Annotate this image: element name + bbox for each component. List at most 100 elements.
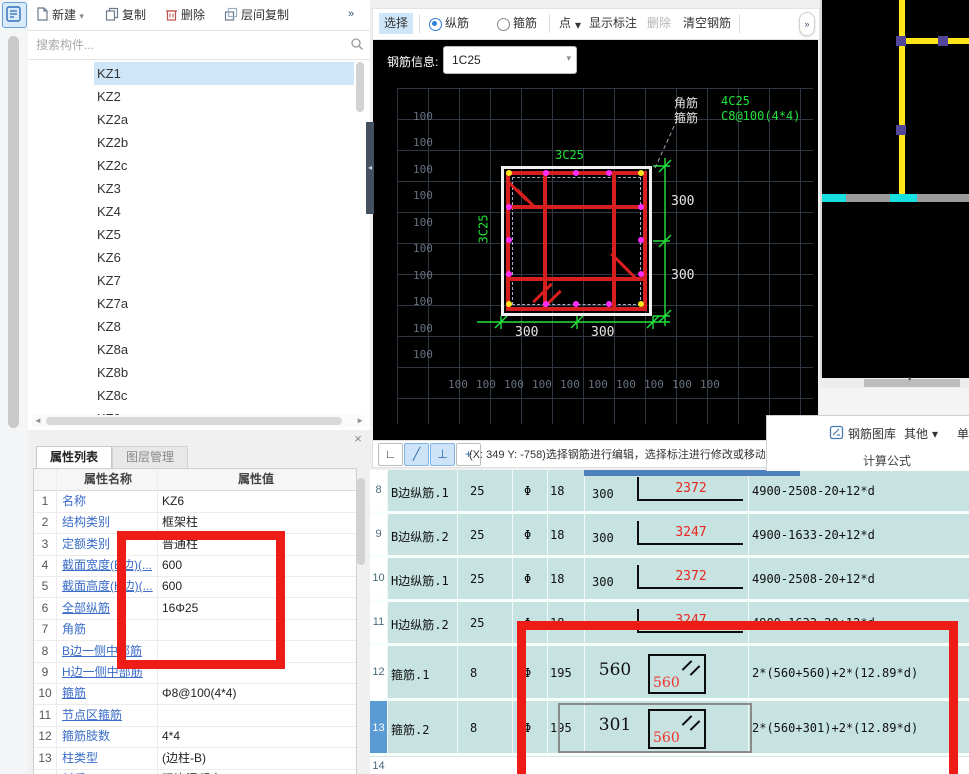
rebar-row[interactable]: 10 H边纵筋.1 25 Φ 18 300 2372 4900-2508-20+… (370, 558, 969, 599)
diagonal-mode-button[interactable]: ╱ (404, 443, 429, 466)
corner-rebar-dot[interactable] (506, 301, 512, 307)
selected-row-number[interactable]: 13 (370, 701, 387, 756)
toolbar-overflow-button[interactable]: » (348, 8, 354, 20)
list-item[interactable]: KZ2 (28, 85, 370, 108)
list-vertical-scrollbar[interactable] (356, 62, 364, 112)
unit-button[interactable]: 单 (957, 425, 969, 442)
shape-line (637, 565, 639, 589)
point-caret-icon[interactable]: ▾ (575, 15, 581, 36)
list-item[interactable]: KZ7 (28, 269, 370, 292)
new-button[interactable]: 新建 ▾ (36, 6, 84, 24)
plan-horizontal-scrollbar[interactable]: ▾ (820, 375, 969, 388)
other-caret-icon[interactable]: ▾ (932, 427, 938, 441)
panel-toggle-button[interactable] (2, 2, 27, 28)
copy-button[interactable]: 复制 (105, 6, 146, 24)
rebar-dot[interactable] (638, 237, 644, 243)
property-row[interactable]: 10 箍筋 Φ8@100(4*4) (34, 683, 356, 705)
formula[interactable]: 4900-1633-20+12*d (752, 528, 875, 542)
shape-length[interactable]: 2372 (655, 481, 727, 496)
scroll-left-icon[interactable]: ◄ (34, 415, 42, 427)
property-row[interactable]: 14材质现浇混凝土 (34, 769, 356, 774)
corner-rebar-dot[interactable] (638, 170, 644, 176)
property-vertical-scrollbar[interactable] (357, 478, 365, 565)
list-item[interactable]: KZ5 (28, 223, 370, 246)
longitudinal-radio-label[interactable]: 纵筋 (445, 13, 469, 34)
plan-view-canvas[interactable] (820, 0, 969, 378)
rebar-dot[interactable] (573, 301, 579, 307)
property-row[interactable]: 12 箍筋肢数 4*4 (34, 726, 356, 748)
stirrup-leg[interactable] (506, 277, 647, 281)
stirrup-radio[interactable] (497, 18, 510, 31)
rebar-dot[interactable] (543, 301, 549, 307)
show-labels-button[interactable]: 显示标注 (589, 13, 637, 34)
clear-rebar-button[interactable]: 清空钢筋 (683, 13, 731, 34)
section-toolbar: 选择 纵筋 箍筋 点 ▾ 显示标注 删除 清空钢筋 » (372, 8, 820, 40)
formula[interactable]: 4900-2508-20+12*d (752, 484, 875, 498)
property-row[interactable]: 13 柱类型 (边柱-B) (34, 748, 356, 770)
longitudinal-radio[interactable] (429, 18, 442, 31)
list-item[interactable]: KZ1 (28, 62, 370, 85)
property-row[interactable]: 11 节点区箍筋 (34, 705, 356, 727)
point-button[interactable]: 点 (559, 13, 571, 34)
perpendicular-mode-button[interactable]: ⊥ (430, 443, 455, 466)
rebar-row[interactable]: 9 B边纵筋.2 25 Φ 18 300 3247 4900-1633-20+1… (370, 514, 969, 555)
rebar-dot[interactable] (543, 170, 549, 176)
list-item[interactable]: KZ3 (28, 177, 370, 200)
rebar-dot[interactable] (606, 170, 612, 176)
list-item[interactable]: KZ7a (28, 292, 370, 315)
formula[interactable]: 4900-2508-20+12*d (752, 572, 875, 586)
list-item[interactable]: KZ2c (28, 154, 370, 177)
property-table-header: 属性名称 属性值 (34, 469, 356, 491)
list-item[interactable]: KZ8b (28, 361, 370, 384)
search-input[interactable] (34, 35, 338, 55)
shape-length[interactable]: 2372 (655, 569, 727, 584)
rebar-dot[interactable] (638, 204, 644, 210)
search-icon[interactable] (350, 37, 364, 54)
rebar-dot[interactable] (573, 170, 579, 176)
list-item[interactable]: KZ2a (28, 108, 370, 131)
list-item[interactable]: KZ8c (28, 384, 370, 407)
shape-length[interactable]: 3247 (655, 525, 727, 540)
list-item[interactable]: KZ6 (28, 246, 370, 269)
delete-rebar-button[interactable]: 删除 (647, 13, 671, 34)
corner-rebar-dot[interactable] (638, 301, 644, 307)
rebar-row[interactable]: 8 B边纵筋.1 25 Φ 18 300 2372 4900-2508-20+1… (370, 470, 969, 511)
rail-scrollbar[interactable] (8, 36, 19, 428)
delete-button[interactable]: 删除 (165, 6, 205, 24)
section-canvas[interactable]: 钢筋信息: 1C25 ▾ 100 100 100 100 100 100 100… (373, 40, 818, 440)
rebar-dot[interactable] (506, 204, 512, 210)
floor-copy-button[interactable]: 层间复制 (224, 6, 289, 24)
list-horizontal-scrollbar[interactable]: ◄ ► (32, 415, 366, 427)
formula-column-header[interactable]: 计算公式 (807, 452, 967, 469)
other-button[interactable]: 其他 (904, 425, 928, 442)
rebar-dot[interactable] (606, 301, 612, 307)
list-item[interactable]: KZ4 (28, 200, 370, 223)
rebar-dot[interactable] (506, 271, 512, 277)
close-icon[interactable]: × (351, 432, 365, 446)
toolbar-overflow-button[interactable]: » (799, 12, 815, 36)
scroll-right-icon[interactable]: ► (356, 415, 364, 427)
scroll-tri-icon[interactable]: ▾ (908, 375, 912, 383)
rebar-library-button[interactable]: 钢筋图库 (848, 425, 896, 442)
corner-rebar-dot[interactable] (506, 170, 512, 176)
stirrup-leg[interactable] (612, 171, 616, 311)
select-button[interactable]: 选择 (379, 13, 413, 34)
rebar-dot[interactable] (638, 271, 644, 277)
list-item[interactable]: KZ8 (28, 315, 370, 338)
shape-line (637, 587, 743, 589)
ortho-mode-button[interactable]: ∟ (378, 443, 403, 466)
stirrup-radio-label[interactable]: 箍筋 (513, 13, 537, 34)
scrollbar-thumb[interactable] (46, 417, 342, 425)
property-row[interactable]: 1 名称 KZ6 (34, 491, 356, 513)
new-label: 新建 (52, 8, 77, 22)
rebar-dot[interactable] (506, 237, 512, 243)
panel-collapse-handle[interactable]: ◂ (366, 122, 374, 214)
plan-node (896, 36, 906, 46)
scrollbar-thumb[interactable] (864, 379, 960, 387)
stirrup-leg[interactable] (506, 205, 647, 209)
tab-property-list[interactable]: 属性列表 (36, 446, 112, 469)
tab-layer-manager[interactable]: 图层管理 (112, 446, 188, 469)
new-caret-icon[interactable]: ▾ (79, 11, 84, 21)
list-item[interactable]: KZ2b (28, 131, 370, 154)
list-item[interactable]: KZ8a (28, 338, 370, 361)
